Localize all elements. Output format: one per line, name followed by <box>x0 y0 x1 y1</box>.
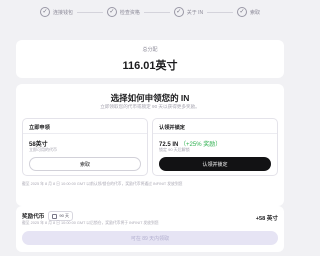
step-label: 关于 IN <box>186 9 204 16</box>
option-note: 锁定 90 天后解锁 <box>159 147 190 152</box>
option-note: 立即可用的代币 <box>29 147 57 152</box>
claim-options-title: 选择如何申领您的 IN <box>110 93 190 103</box>
calendar-icon <box>52 213 58 219</box>
step-connect-wallet: ✓ 连接钱包 <box>40 7 73 17</box>
step-connector <box>207 11 233 13</box>
total-allocation-card: 总分配 116.01英寸 <box>16 40 284 78</box>
claim-and-lock-button[interactable]: 认领并锁定 <box>159 157 271 171</box>
reward-note: 截至 2025 年 8 月 8 日 10:00:00 GMT 以后锁仓，奖励代币… <box>22 221 159 225</box>
progress-stepper: ✓ 连接钱包 ✓ 检查资格 ✓ 关于 IN ✓ 索取 <box>40 4 260 20</box>
divider <box>153 133 277 134</box>
step-label: 连接钱包 <box>53 9 74 16</box>
check-icon: ✓ <box>237 7 247 17</box>
check-icon: ✓ <box>106 7 117 17</box>
check-icon: ✓ <box>173 7 184 17</box>
claim-button[interactable]: 索取 <box>29 157 141 171</box>
check-icon: ✓ <box>40 7 50 17</box>
step-claim: ✓ 索取 <box>237 7 260 17</box>
total-allocation-label: 总分配 <box>142 46 158 53</box>
claim-options-subtitle: 立即领取您的代币或锁定 90 天以获得更多奖励。 <box>100 104 200 109</box>
option-heading: 认领并锁定 <box>159 125 185 131</box>
claim-and-lock-option: 认领并锁定 72.5 IN （+25% 奖励） 锁定 90 天后解锁 认领并锁定 <box>152 118 278 176</box>
lock-period-badge: 90 天 <box>48 211 73 221</box>
reward-header: 奖励代币 90 天 <box>22 211 73 221</box>
step-label: 索取 <box>250 9 261 16</box>
claim-options-card: 选择如何申领您的 IN 立即领取您的代币或锁定 90 天以获得更多奖励。 立即申… <box>16 84 284 206</box>
step-connector <box>143 11 170 13</box>
step-about-in: ✓ 关于 IN <box>173 7 204 17</box>
claim-reward-button[interactable]: 可在 89 天内领取 <box>22 231 278 245</box>
total-allocation-value: 116.01英寸 <box>122 59 178 72</box>
reward-tokens-card: 奖励代币 90 天 截至 2025 年 8 月 8 日 10:00:00 GMT… <box>16 206 284 252</box>
step-connector <box>77 11 103 13</box>
claim-footnote: 截至 2025 年 8 月 8 日 10:00:00 GMT 以前认领/锁仓的代… <box>22 182 183 186</box>
divider <box>23 133 147 134</box>
reward-amount: +58 英寸 <box>255 216 278 222</box>
option-heading: 立即申领 <box>29 125 50 131</box>
step-check-eligibility: ✓ 检查资格 <box>106 7 140 17</box>
step-label: 检查资格 <box>119 9 140 16</box>
claim-now-option: 立即申领 58英寸 立即可用的代币 索取 <box>22 118 148 176</box>
reward-title: 奖励代币 <box>22 214 45 220</box>
lock-period-label: 90 天 <box>59 213 69 218</box>
